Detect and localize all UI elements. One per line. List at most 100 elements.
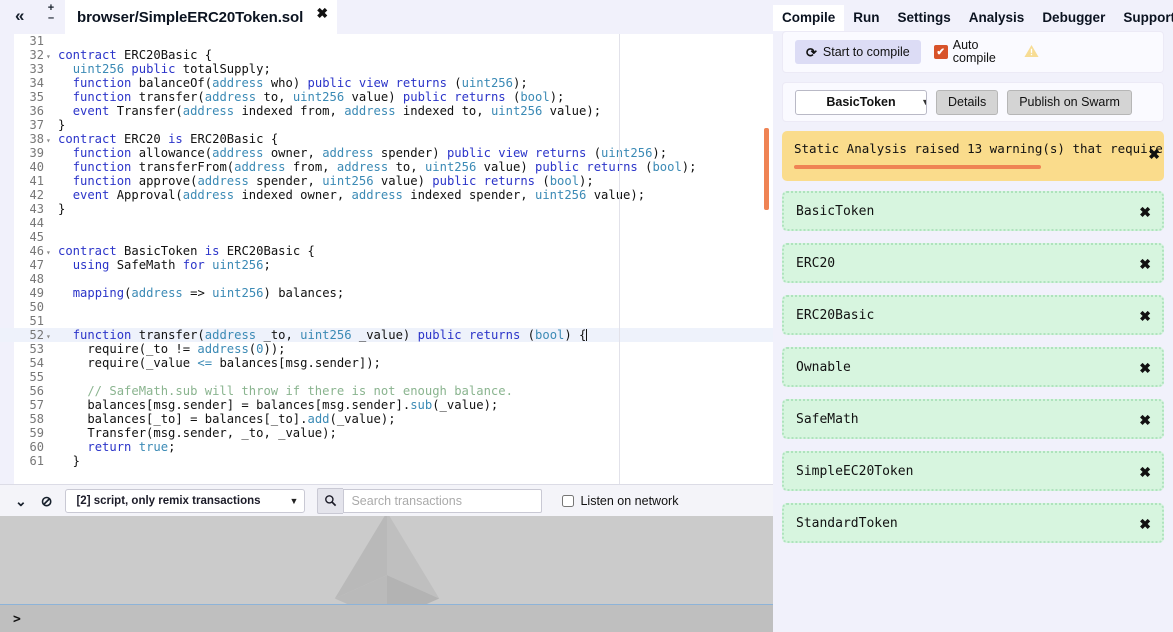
line-number: 58 [29,412,44,426]
close-icon[interactable]: ✖ [1139,464,1151,481]
listen-on-network-toggle[interactable]: Listen on network [562,494,678,508]
chevron-down-icon: ▼ [289,495,299,506]
close-icon[interactable]: ✖ [1139,360,1151,377]
code-line[interactable]: 45 [0,230,773,244]
refresh-icon: ⟳ [806,44,817,60]
code-line[interactable]: 47 using SafeMath for uint256; [0,258,773,272]
code-line[interactable]: 31 [0,34,773,48]
contract-name: StandardToken [796,515,898,531]
code-text: } [58,118,66,132]
editor-tab-strip: « + – browser/SimpleERC20Token.sol ✖ [0,0,773,34]
tab-analysis[interactable]: Analysis [960,5,1034,31]
tab-compile[interactable]: Compile [773,5,845,31]
code-line[interactable]: 56 // SafeMath.sub will throw if there i… [0,384,773,398]
tab-run[interactable]: Run [844,5,888,31]
code-text: function transferFrom(address from, addr… [72,160,697,174]
terminal-output[interactable]: > [0,516,773,632]
contract-item[interactable]: ERC20 ✖ [782,243,1164,283]
code-line[interactable]: 46 ▾ contract BasicToken is ERC20Basic { [0,244,773,258]
code-line[interactable]: 57 balances[msg.sender] = balances[msg.s… [0,398,773,412]
collapse-panel-icon[interactable]: « [15,7,24,24]
code-line[interactable]: 36 event Transfer(address indexed from, … [0,104,773,118]
contract-item[interactable]: BasicToken ✖ [782,191,1164,231]
code-line[interactable]: 42 event Approval(address indexed owner,… [0,188,773,202]
code-line[interactable]: 34 function balanceOf(address who) publi… [0,76,773,90]
auto-compile-toggle[interactable]: ✔ Auto compile [933,38,999,65]
code-line[interactable]: 52 ▾ function transfer(address _to, uint2… [0,328,773,342]
code-line[interactable]: 43} [0,202,773,216]
transaction-filter-label: [2] script, only remix transactions [76,494,261,507]
close-icon[interactable]: ✖ [1139,308,1151,325]
code-line[interactable]: 51 [0,314,773,328]
contract-item[interactable]: Ownable ✖ [782,347,1164,387]
code-line[interactable]: 61 } [0,454,773,468]
code-line[interactable]: 40 function transferFrom(address from, a… [0,160,773,174]
terminal-clear-icon[interactable]: ⊘ [41,494,53,508]
file-tab-simpleerc20token[interactable]: browser/SimpleERC20Token.sol ✖ [65,0,338,34]
editor-scrollbar-thumb[interactable] [764,128,769,210]
terminal-prompt-row[interactable]: > [0,605,773,632]
search-transactions-group [317,487,543,514]
code-text: mapping(address => uint256) balances; [72,286,345,300]
search-icon[interactable] [317,487,344,514]
compile-actions-card: ⟳ Start to compile ✔ Auto compile [782,31,1164,73]
auto-compile-label: Auto compile [952,38,996,65]
line-number: 48 [29,272,44,286]
line-number: 53 [29,342,44,356]
right-panel: » CompileRunSettingsAnalysisDebuggerSupp… [773,0,1173,632]
listen-on-network-checkbox[interactable] [562,494,575,507]
contract-item[interactable]: StandardToken ✖ [782,503,1164,543]
contract-item[interactable]: SimpleEC20Token ✖ [782,451,1164,491]
close-icon[interactable]: ✖ [1139,516,1151,533]
code-line[interactable]: 35 function transfer(address to, uint256… [0,90,773,104]
close-icon[interactable]: ✖ [1148,146,1160,163]
auto-compile-checkbox[interactable]: ✔ [933,45,948,59]
close-icon[interactable]: ✖ [316,5,328,22]
terminal-collapse-icon[interactable]: ⌄ [15,494,27,508]
code-line[interactable]: 41 function approve(address spender, uin… [0,174,773,188]
font-decrease-icon[interactable]: – [44,13,58,24]
code-editor[interactable]: 31 32 ▾ contract ERC20Basic {33 uint256 pub… [0,34,773,484]
code-text: contract ERC20 is ERC20Basic { [58,132,279,146]
code-line[interactable]: 49 mapping(address => uint256) balances; [0,286,773,300]
line-number: 43 [29,202,44,216]
close-icon[interactable]: ✖ [1139,412,1151,429]
code-line[interactable]: 39 function allowance(address owner, add… [0,146,773,160]
details-button[interactable]: Details [936,89,999,115]
code-line[interactable]: 53 require(_to != address(0)); [0,342,773,356]
line-number: 37 [29,118,44,132]
line-number: 35 [29,90,44,104]
contract-item[interactable]: SafeMath ✖ [782,399,1164,439]
code-line[interactable]: 59 Transfer(msg.sender, _to, _value); [0,426,773,440]
publish-on-swarm-button[interactable]: Publish on Swarm [1007,89,1132,115]
line-number: 31 [29,34,44,48]
font-size-controls[interactable]: + – [44,3,58,24]
close-icon[interactable]: ✖ [1139,204,1151,221]
code-line[interactable]: 58 balances[_to] = balances[_to].add(_va… [0,412,773,426]
code-text: require(_to != address(0)); [58,342,286,356]
tab-support[interactable]: Support [1114,5,1173,31]
tab-settings[interactable]: Settings [889,5,960,31]
search-transactions-input[interactable] [343,488,543,513]
code-line[interactable]: 50 [0,300,773,314]
contract-name: BasicToken [796,203,875,219]
close-icon[interactable]: ✖ [1139,256,1151,273]
line-number: 56 [29,384,44,398]
start-to-compile-button[interactable]: ⟳ Start to compile [795,40,921,64]
code-line[interactable]: 32 ▾ contract ERC20Basic { [0,48,773,62]
code-line[interactable]: 44 [0,216,773,230]
code-line[interactable]: 55 [0,370,773,384]
contract-item[interactable]: ERC20Basic ✖ [782,295,1164,335]
code-line[interactable]: 54 require(_value <= balances[msg.sender… [0,356,773,370]
code-line[interactable]: 37} [0,118,773,132]
transaction-filter-dropdown[interactable]: [2] script, only remix transactions ▼ [65,488,306,513]
code-line[interactable]: 48 [0,272,773,286]
static-analysis-warning-text: Static Analysis raised 13 warning(s) tha… [794,141,1164,156]
code-line[interactable]: 38 ▾ contract ERC20 is ERC20Basic { [0,132,773,146]
tab-debugger[interactable]: Debugger [1033,5,1114,31]
code-line[interactable]: 33 uint256 public totalSupply; [0,62,773,76]
contract-name: ERC20Basic [796,307,875,323]
contract-select[interactable]: BasicToken ▼ [795,89,927,115]
line-number: 54 [29,356,44,370]
code-line[interactable]: 60 return true; [0,440,773,454]
